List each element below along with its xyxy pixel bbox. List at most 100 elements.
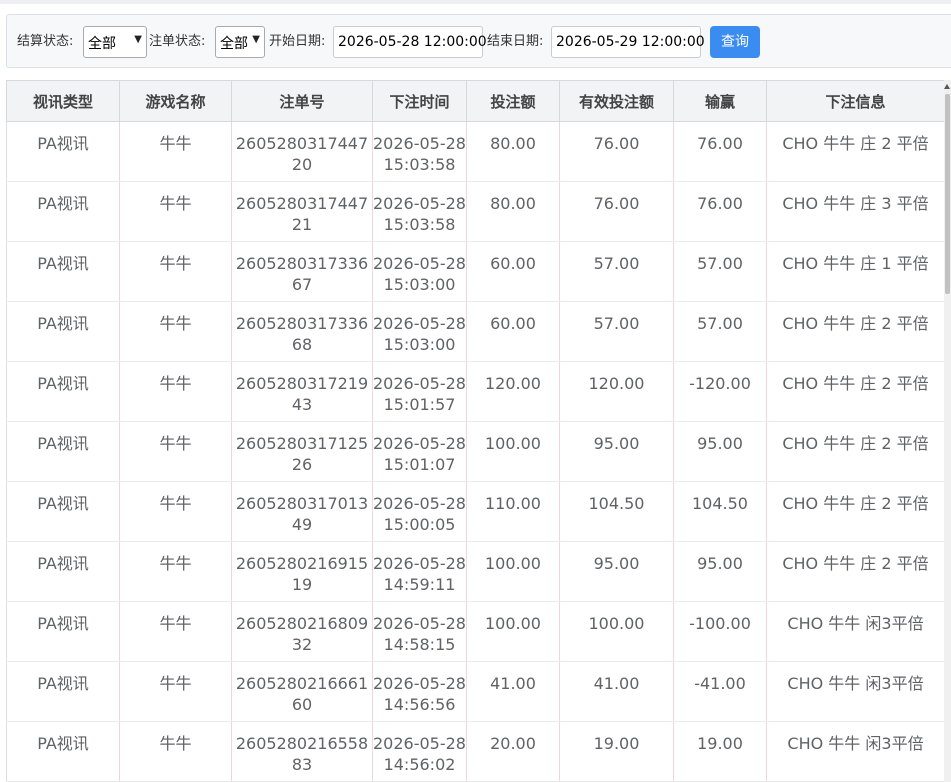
query-button[interactable]: 查询 [710, 26, 760, 58]
cell-info: CHO 牛牛 闲3平倍 [766, 721, 945, 782]
table-row[interactable]: PA视讯 牛牛 260528021666160 2026-05-28 14:56… [6, 661, 945, 722]
cell-bet: 100.00 [466, 601, 560, 662]
top-strip [0, 0, 951, 4]
cell-type: PA视讯 [6, 481, 120, 542]
cell-bet: 20.00 [466, 721, 560, 782]
cell-valid: 100.00 [559, 601, 674, 662]
table-row[interactable]: PA视讯 牛牛 260528031733667 2026-05-28 15:03… [6, 241, 945, 302]
cell-info: CHO 牛牛 闲3平倍 [766, 601, 945, 662]
cell-time: 2026-05-28 14:58:15 [372, 601, 467, 662]
cell-valid: 19.00 [559, 721, 674, 782]
cell-game: 牛牛 [119, 721, 232, 782]
cell-valid: 95.00 [559, 421, 674, 482]
cell-type: PA视讯 [6, 661, 120, 722]
cell-bet: 60.00 [466, 241, 560, 302]
table-row[interactable]: PA视讯 牛牛 260528031733668 2026-05-28 15:03… [6, 301, 945, 362]
cell-valid: 76.00 [559, 121, 674, 182]
table-row[interactable]: PA视讯 牛牛 260528031721943 2026-05-28 15:01… [6, 361, 945, 422]
cell-order: 260528031733668 [231, 301, 373, 362]
cell-order: 260528031744720 [231, 121, 373, 182]
filter-bar: 结算状态: 全部 ▼ 注单状态: 全部 ▼ 开始日期: 2026-05-28 1… [6, 14, 951, 68]
cell-game: 牛牛 [119, 421, 232, 482]
cell-win: 76.00 [673, 121, 767, 182]
cell-time: 2026-05-28 15:01:57 [372, 361, 467, 422]
col-header-info[interactable]: 下注信息 [766, 80, 945, 122]
cell-valid: 95.00 [559, 541, 674, 602]
cell-type: PA视讯 [6, 361, 120, 422]
cell-valid: 41.00 [559, 661, 674, 722]
cell-order: 260528031744721 [231, 181, 373, 242]
cell-type: PA视讯 [6, 121, 120, 182]
cell-valid: 57.00 [559, 301, 674, 362]
scroll-up-arrow-icon[interactable] [944, 84, 950, 89]
cell-game: 牛牛 [119, 541, 232, 602]
table-row[interactable]: PA视讯 牛牛 260528021655883 2026-05-28 14:56… [6, 721, 945, 782]
cell-time: 2026-05-28 15:03:58 [372, 121, 467, 182]
chevron-down-icon: ▼ [134, 34, 142, 45]
cell-info: CHO 牛牛 庄 2 平倍 [766, 481, 945, 542]
cell-type: PA视讯 [6, 181, 120, 242]
col-header-type[interactable]: 视讯类型 [6, 80, 120, 122]
table-row[interactable]: PA视讯 牛牛 260528031712526 2026-05-28 15:01… [6, 421, 945, 482]
cell-time: 2026-05-28 15:03:00 [372, 301, 467, 362]
cell-win: 95.00 [673, 421, 767, 482]
table-row[interactable]: PA视讯 牛牛 260528031744720 2026-05-28 15:03… [6, 121, 945, 182]
end-date-label: 结束日期: [487, 34, 544, 49]
cell-type: PA视讯 [6, 541, 120, 602]
cell-order: 260528021691519 [231, 541, 373, 602]
cell-valid: 76.00 [559, 181, 674, 242]
cell-order: 260528031701349 [231, 481, 373, 542]
table-row[interactable]: PA视讯 牛牛 260528031701349 2026-05-28 15:00… [6, 481, 945, 542]
end-date-input[interactable]: 2026-05-29 12:00:00 [551, 26, 705, 58]
cell-win: -100.00 [673, 601, 767, 662]
cell-info: CHO 牛牛 庄 1 平倍 [766, 241, 945, 302]
col-header-valid[interactable]: 有效投注额 [559, 80, 674, 122]
cell-order: 260528031733667 [231, 241, 373, 302]
cell-game: 牛牛 [119, 661, 232, 722]
table-row[interactable]: PA视讯 牛牛 260528031744721 2026-05-28 15:03… [6, 181, 945, 242]
cell-order: 260528021680932 [231, 601, 373, 662]
cell-win: -120.00 [673, 361, 767, 422]
col-header-order[interactable]: 注单号 [231, 80, 373, 122]
cell-time: 2026-05-28 14:56:02 [372, 721, 467, 782]
cell-win: 19.00 [673, 721, 767, 782]
cell-valid: 120.00 [559, 361, 674, 422]
cell-bet: 110.00 [466, 481, 560, 542]
cell-info: CHO 牛牛 庄 2 平倍 [766, 361, 945, 422]
table-row[interactable]: PA视讯 牛牛 260528021691519 2026-05-28 14:59… [6, 541, 945, 602]
cell-type: PA视讯 [6, 301, 120, 362]
cell-type: PA视讯 [6, 721, 120, 782]
chevron-down-icon: ▼ [252, 34, 260, 45]
start-date-input[interactable]: 2026-05-28 12:00:00 [333, 26, 487, 58]
cell-info: CHO 牛牛 闲3平倍 [766, 661, 945, 722]
settle-status-value: 全部 [88, 36, 116, 52]
start-date-label: 开始日期: [269, 34, 326, 49]
cell-bet: 80.00 [466, 121, 560, 182]
scroll-thumb[interactable] [945, 94, 950, 294]
cell-win: 104.50 [673, 481, 767, 542]
vertical-scrollbar[interactable] [944, 80, 951, 782]
bet-status-label: 注单状态: [149, 34, 206, 49]
cell-time: 2026-05-28 15:01:07 [372, 421, 467, 482]
col-header-win[interactable]: 输赢 [673, 80, 767, 122]
col-header-game[interactable]: 游戏名称 [119, 80, 232, 122]
cell-info: CHO 牛牛 庄 2 平倍 [766, 301, 945, 362]
col-header-bet[interactable]: 投注额 [466, 80, 560, 122]
cell-type: PA视讯 [6, 601, 120, 662]
cell-order: 260528021655883 [231, 721, 373, 782]
cell-bet: 120.00 [466, 361, 560, 422]
cell-bet: 41.00 [466, 661, 560, 722]
bet-records-table: 视讯类型 游戏名称 注单号 下注时间 投注额 有效投注额 输赢 下注信息 PA视… [6, 80, 945, 782]
cell-win: 95.00 [673, 541, 767, 602]
col-header-time[interactable]: 下注时间 [372, 80, 467, 122]
cell-bet: 80.00 [466, 181, 560, 242]
table-row[interactable]: PA视讯 牛牛 260528021680932 2026-05-28 14:58… [6, 601, 945, 662]
cell-bet: 100.00 [466, 421, 560, 482]
cell-game: 牛牛 [119, 241, 232, 302]
settle-status-select[interactable]: 全部 ▼ [83, 26, 147, 58]
cell-game: 牛牛 [119, 181, 232, 242]
cell-order: 260528021666160 [231, 661, 373, 722]
cell-info: CHO 牛牛 庄 2 平倍 [766, 121, 945, 182]
bet-status-select[interactable]: 全部 ▼ [215, 26, 265, 58]
cell-info: CHO 牛牛 庄 3 平倍 [766, 181, 945, 242]
